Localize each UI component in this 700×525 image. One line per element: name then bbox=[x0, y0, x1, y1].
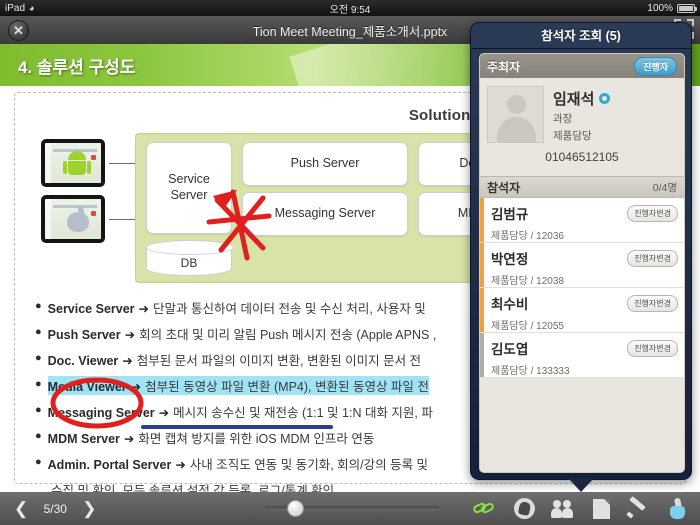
panel-title: 참석자 조회 (5) bbox=[471, 23, 691, 49]
bullet-desc: 회의 초대 및 미리 알림 Push 메시지 전송 (Apple APNS , bbox=[139, 328, 437, 342]
bullet-arrow: ➜ bbox=[175, 458, 186, 472]
participants-panel[interactable]: 참석자 조회 (5) 주최자 진행자 임재석 과장 제품담당 010465121… bbox=[470, 22, 692, 492]
participant-count: 0/4명 bbox=[652, 181, 677, 194]
change-presenter-button[interactable]: 진행자변경 bbox=[627, 205, 678, 222]
host-section-label: 주최자 bbox=[487, 59, 521, 74]
status-bar-indicator bbox=[480, 333, 484, 377]
host-name-row: 임재석 bbox=[553, 88, 611, 109]
participant-list[interactable]: 김범규 제품담당 / 12036 진행자변경 박연정 제품담당 / 12038 … bbox=[480, 198, 684, 378]
bullet-dot: ● bbox=[35, 352, 42, 364]
person-avatar-icon bbox=[487, 86, 544, 143]
hand-icon[interactable] bbox=[514, 498, 535, 519]
participant-row[interactable]: 최수비 제품담당 / 12055 진행자변경 bbox=[480, 288, 684, 333]
participant-detail: 제품담당 / 12055 bbox=[491, 321, 564, 332]
bullet-arrow: ➜ bbox=[122, 354, 133, 368]
panel-content: 주최자 진행자 임재석 과장 제품담당 01046512105 참석자 0/4명 bbox=[479, 53, 685, 473]
apple-device-icon bbox=[41, 195, 105, 243]
host-row: 임재석 과장 제품담당 bbox=[487, 86, 677, 143]
bullet-desc: 단말과 통신하여 데이터 전송 및 수신 처리, 사용자 및 bbox=[153, 302, 426, 316]
host-rank: 과장 bbox=[553, 113, 573, 125]
touch-pointer-icon[interactable] bbox=[668, 496, 692, 520]
bullet-term: Service Server bbox=[47, 302, 135, 316]
bullet-arrow: ➜ bbox=[130, 380, 142, 394]
presenter-badge: 진행자 bbox=[634, 56, 677, 76]
bullet-arrow: ➜ bbox=[124, 328, 136, 342]
bullet-desc: 화면 캡쳐 방지를 위한 iOS MDM 인프라 연동 bbox=[138, 432, 375, 446]
slider-knob[interactable] bbox=[287, 500, 304, 517]
host-section-header: 주최자 진행자 bbox=[480, 54, 684, 78]
box-messaging-server: Messaging Server bbox=[242, 192, 408, 236]
status-bar-right: 100% bbox=[647, 2, 697, 14]
battery-icon bbox=[677, 3, 697, 13]
bullet-desc: 첨부된 동영상 파일 변환 (MP4), 변환된 동영상 파일 전 bbox=[145, 380, 429, 394]
toolbar-icon-group bbox=[471, 495, 692, 520]
slide-title: 4. 솔루션 구성도 bbox=[18, 58, 136, 77]
ios-status-bar: iPad ◕ 오전 9:54 100% bbox=[0, 0, 700, 16]
chevron-left-icon[interactable]: ❮ bbox=[6, 499, 36, 519]
status-bar-indicator bbox=[480, 288, 484, 332]
bullet-dot: ● bbox=[35, 456, 42, 468]
change-presenter-button[interactable]: 진행자변경 bbox=[627, 340, 678, 357]
bottom-toolbar: ❮ 5/30 ❯ bbox=[0, 492, 700, 525]
participant-detail: 제품담당 / 12038 bbox=[491, 276, 564, 287]
android-device-icon bbox=[41, 139, 105, 187]
close-icon[interactable]: ✕ bbox=[8, 20, 29, 41]
status-bar-indicator bbox=[480, 198, 484, 242]
box-database: DB bbox=[146, 240, 234, 276]
participant-row[interactable]: 박연정 제품담당 / 12038 진행자변경 bbox=[480, 243, 684, 288]
status-bar-indicator bbox=[480, 243, 484, 287]
bullet-dot: ● bbox=[35, 300, 42, 312]
bullet-term: Messaging Server bbox=[47, 406, 155, 420]
participant-row[interactable]: 김범규 제품담당 / 12036 진행자변경 bbox=[480, 198, 684, 243]
participant-row[interactable]: 김도엽 제품담당 / 133333 진행자변경 bbox=[480, 333, 684, 378]
participant-section-label: 참석자 bbox=[487, 180, 521, 195]
box-push-server: Push Server bbox=[242, 142, 408, 186]
pencil-icon[interactable] bbox=[626, 495, 651, 520]
battery-percent-label: 100% bbox=[647, 2, 673, 14]
document-icon[interactable] bbox=[593, 498, 610, 519]
bullet-desc: 첨부된 문서 파일의 이미지 변환, 변환된 이미지 문서 전 bbox=[136, 354, 422, 368]
status-bar-time: 오전 9:54 bbox=[329, 4, 371, 16]
host-department: 제품담당 bbox=[553, 130, 592, 142]
bullet-term: Doc. Viewer bbox=[47, 354, 119, 368]
service-server-line2: Server bbox=[170, 188, 208, 202]
bullet-continuation: 수집 및 확인, 모든 솔루션 설정 값 등록, 로그/통계 확인 bbox=[51, 484, 335, 492]
box-service-server: Service Server bbox=[146, 142, 232, 234]
link-icon[interactable] bbox=[471, 498, 497, 520]
participant-section-header: 참석자 0/4명 bbox=[480, 176, 684, 198]
change-presenter-button[interactable]: 진행자변경 bbox=[627, 250, 678, 267]
panel-pointer-tail bbox=[568, 478, 594, 492]
chevron-right-icon[interactable]: ❯ bbox=[74, 499, 104, 519]
host-phone: 01046512105 bbox=[545, 150, 619, 164]
bullet-desc: 메시지 송수신 및 재전송 (1:1 및 1:N 대화 지원, 파 bbox=[173, 406, 433, 420]
bullet-term: MDM Server bbox=[47, 432, 120, 446]
bullet-term: Media Viewer bbox=[47, 380, 127, 394]
bullet-term: Admin. Portal Server bbox=[47, 458, 172, 472]
page-indicator: 5/30 bbox=[43, 501, 67, 516]
online-status-icon bbox=[599, 93, 611, 104]
host-meta: 임재석 과장 제품담당 bbox=[553, 86, 611, 143]
bullet-arrow: ➜ bbox=[123, 432, 135, 446]
bullet-dot: ● bbox=[35, 378, 42, 390]
bullet-arrow: ➜ bbox=[158, 406, 170, 420]
bullet-dot: ● bbox=[35, 326, 42, 338]
bullet-arrow: ➜ bbox=[138, 302, 150, 316]
host-name: 임재석 bbox=[553, 91, 595, 108]
bullet-term: Push Server bbox=[47, 328, 121, 342]
service-server-line1: Service bbox=[168, 172, 210, 187]
slide-position-slider[interactable] bbox=[265, 500, 440, 517]
bullet-dot: ● bbox=[35, 404, 42, 416]
participant-detail: 제품담당 / 12036 bbox=[491, 231, 564, 242]
bullet-desc: 사내 조직도 연동 및 동기화, 회의/강의 등록 및 bbox=[189, 458, 429, 472]
bullet-dot: ● bbox=[35, 430, 42, 442]
apple-logo-icon bbox=[67, 207, 89, 232]
android-robot-icon bbox=[63, 151, 91, 179]
people-icon[interactable] bbox=[551, 498, 576, 520]
host-card: 임재석 과장 제품담당 01046512105 bbox=[480, 78, 684, 170]
change-presenter-button[interactable]: 진행자변경 bbox=[627, 295, 678, 312]
participant-detail: 제품담당 / 133333 bbox=[491, 366, 570, 377]
